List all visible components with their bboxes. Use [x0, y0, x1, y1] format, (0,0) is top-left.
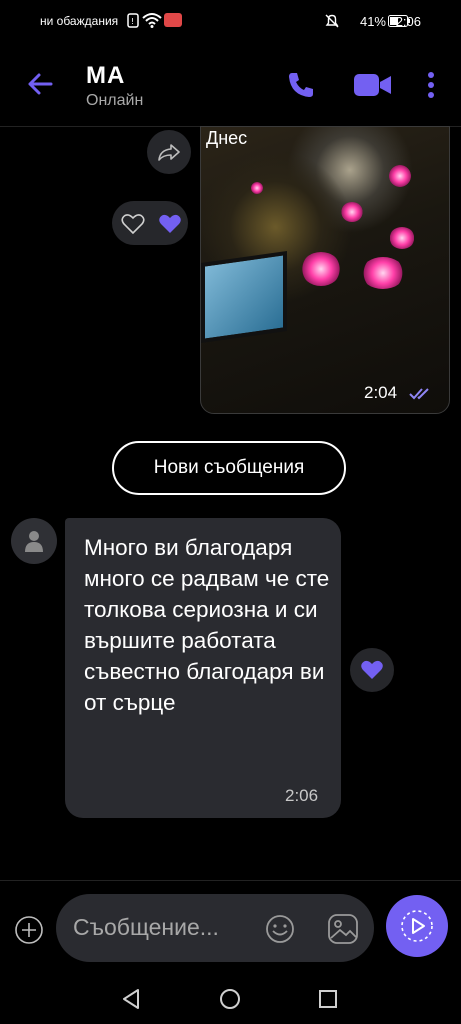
video-call-icon[interactable] [353, 72, 393, 103]
photo-message[interactable] [200, 126, 450, 414]
add-attachment-icon[interactable] [14, 915, 44, 950]
battery-percentage: 41% [359, 14, 386, 29]
heart-outline-icon[interactable] [121, 213, 145, 240]
composer-divider [0, 880, 461, 881]
new-messages-divider: Нови съобщения [112, 441, 346, 495]
reaction-group [112, 201, 188, 245]
contact-status: Онлайн [86, 92, 144, 109]
photo-content [201, 250, 287, 344]
emoji-icon[interactable] [264, 913, 296, 950]
contact-name[interactable]: МА [86, 62, 125, 90]
send-voice-button[interactable] [386, 895, 448, 957]
back-arrow-icon[interactable] [26, 70, 54, 103]
nav-recents-icon[interactable] [317, 988, 339, 1015]
more-options-icon[interactable] [427, 70, 435, 105]
notification-app-icon [164, 13, 182, 27]
mute-bell-icon [324, 13, 340, 32]
message-reaction-button[interactable] [350, 648, 394, 692]
heart-filled-icon[interactable] [158, 213, 182, 240]
status-time: 2:06 [395, 14, 421, 29]
gallery-icon[interactable] [326, 912, 360, 951]
status-left-text: ни обаждания [40, 14, 119, 28]
forward-button[interactable] [147, 130, 191, 174]
message-input-placeholder: Съобщение... [73, 914, 219, 940]
forward-arrow-icon [158, 144, 180, 161]
incoming-message-text: Много ви благодаря много се радвам че ст… [84, 535, 330, 715]
wifi-icon [142, 12, 162, 31]
person-icon [25, 531, 43, 552]
heart-filled-icon [361, 660, 383, 679]
read-checkmarks-icon [408, 387, 434, 406]
sim-icon: ! [127, 13, 139, 31]
avatar[interactable] [11, 518, 57, 564]
photo-time: 2:04 [364, 383, 398, 402]
nav-home-icon[interactable] [219, 988, 241, 1015]
svg-text:!: ! [131, 17, 134, 26]
date-divider: Днес [206, 128, 248, 148]
phone-call-icon[interactable] [286, 70, 316, 105]
status-bar: ни обаждания ! 41% 2:06 [0, 0, 461, 44]
play-send-icon [401, 910, 433, 942]
nav-back-icon[interactable] [120, 988, 142, 1015]
incoming-message-time: 2:06 [285, 786, 319, 805]
